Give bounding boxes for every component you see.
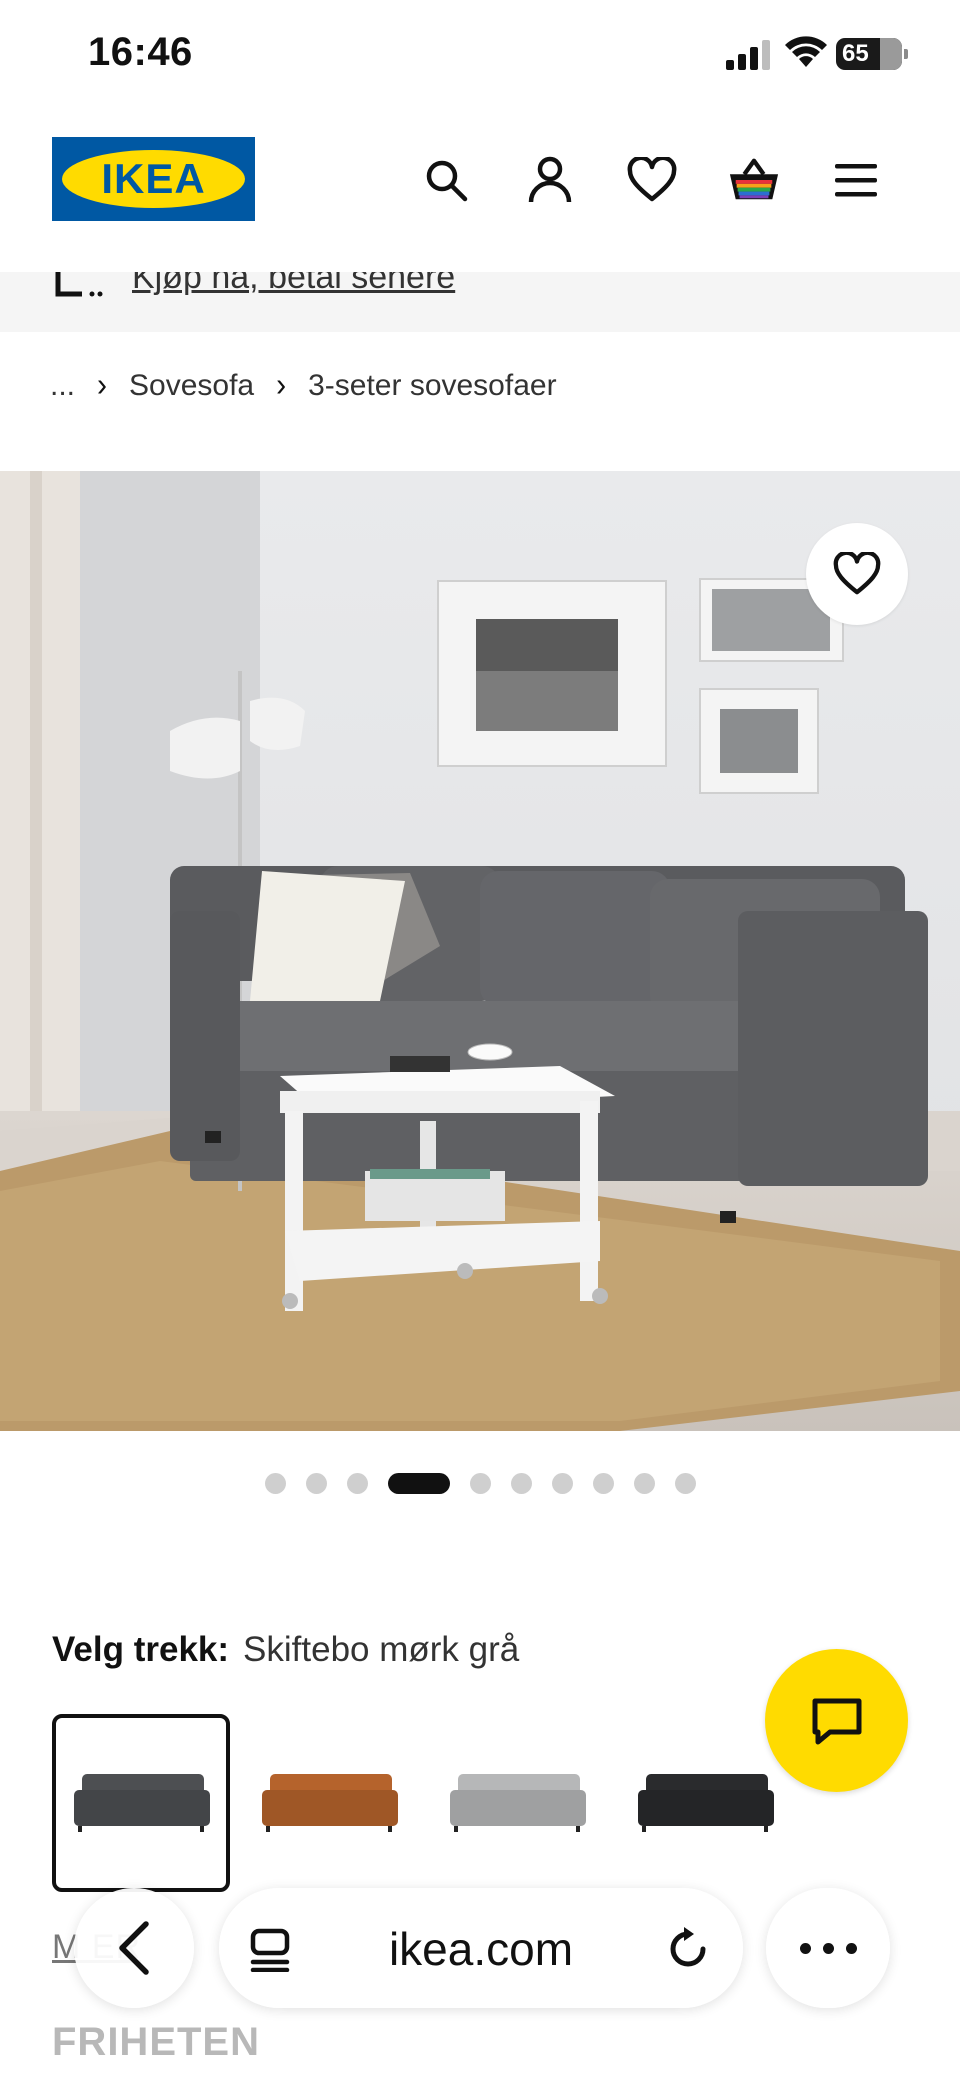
pagination-dot[interactable]	[510, 1472, 532, 1494]
breadcrumb-item-sovesofa[interactable]: Sovesofa	[129, 369, 254, 403]
pay-later-banner[interactable]: Kjøp nå, betal senere	[0, 272, 960, 332]
swatch-orange[interactable]	[240, 1714, 418, 1892]
logo-oval: IKEA	[62, 150, 245, 208]
pagination-dot[interactable]	[469, 1472, 491, 1494]
account-icon[interactable]	[524, 154, 576, 206]
variant-value: Skiftebo mørk grå	[243, 1630, 520, 1669]
site-header: IKEA	[0, 110, 960, 270]
image-pagination	[0, 1468, 960, 1498]
pagination-dot[interactable]	[633, 1472, 655, 1494]
product-image[interactable]	[0, 471, 960, 1431]
add-to-favorites-button[interactable]	[806, 523, 908, 625]
swatch-dark-grey[interactable]	[52, 1714, 230, 1892]
pagination-dot[interactable]	[346, 1472, 368, 1494]
browser-address-bar[interactable]: ikea.com	[219, 1888, 743, 2008]
sofa-thumbnail	[638, 1774, 774, 1832]
ikea-logo[interactable]: IKEA	[52, 137, 255, 221]
chevron-right-icon: ›	[97, 367, 108, 404]
pagination-dot[interactable]	[305, 1472, 327, 1494]
variant-label: Velg trekk:	[52, 1630, 230, 1669]
browser-back-button[interactable]	[74, 1888, 194, 2008]
status-time: 16:46	[88, 30, 193, 74]
chat-icon	[812, 1698, 861, 1744]
product-name: FRIHETEN	[52, 2020, 260, 2064]
menu-icon[interactable]	[830, 154, 882, 206]
status-bar: 16:46 65	[0, 0, 960, 110]
cellular-signal-icon	[726, 40, 770, 70]
sofa-photo	[0, 471, 960, 1431]
heart-icon	[833, 552, 881, 595]
pay-later-link[interactable]: Kjøp nå, betal senere	[132, 272, 455, 297]
heart-icon[interactable]	[626, 154, 678, 206]
pagination-dot[interactable]	[592, 1472, 614, 1494]
variant-selector-row: Velg trekk: Skiftebo mørk grå	[52, 1630, 519, 1670]
more-dot	[822, 1942, 834, 1954]
sofa-thumbnail	[262, 1774, 398, 1832]
wallet-icon	[55, 272, 103, 297]
more-dot	[799, 1942, 811, 1954]
product-page: 16:46 65 IKEA Kjøp nå, betal senere ... …	[0, 0, 960, 2079]
pagination-dot[interactable]	[674, 1472, 696, 1494]
browser-more-button[interactable]	[766, 1888, 890, 2008]
breadcrumb: ... › Sovesofa › 3-seter sovesofaer	[50, 366, 557, 406]
swatch-light-grey[interactable]	[428, 1714, 606, 1892]
sofa-thumbnail	[74, 1774, 210, 1832]
battery-indicator: 65	[836, 38, 908, 70]
cart-icon[interactable]	[728, 154, 780, 206]
reload-icon[interactable]	[663, 1924, 713, 1974]
pagination-dot[interactable]	[551, 1472, 573, 1494]
search-icon[interactable]	[420, 154, 472, 206]
breadcrumb-ellipsis[interactable]: ...	[50, 369, 75, 403]
breadcrumb-item-3-seter[interactable]: 3-seter sovesofaer	[308, 369, 556, 403]
pagination-dot-active[interactable]	[387, 1472, 450, 1494]
chevron-left-icon	[119, 1921, 149, 1975]
chevron-right-icon: ›	[276, 367, 287, 404]
sofa-thumbnail	[450, 1774, 586, 1832]
wifi-icon	[785, 36, 827, 67]
battery-percent: 65	[842, 40, 869, 67]
logo-text: IKEA	[101, 155, 206, 202]
more-dot	[845, 1942, 857, 1954]
chat-button[interactable]	[765, 1649, 908, 1792]
pagination-dot[interactable]	[264, 1472, 286, 1494]
battery-empty-portion	[880, 38, 902, 70]
